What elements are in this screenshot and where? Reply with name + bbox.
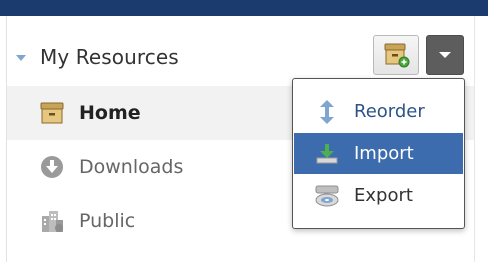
menu-item-label: Reorder [354,101,425,122]
menu-item-label: Import [354,143,414,164]
resources-menu-toggle[interactable] [426,35,464,75]
buildings-icon [37,206,67,236]
archive-box-plus-icon [384,43,410,68]
chevron-down-icon [439,52,451,58]
menu-item-import[interactable]: Import [294,133,463,174]
import-tray-icon [314,141,340,167]
panel-divider [474,16,475,262]
nav-item-label: Downloads [79,156,184,178]
top-bar [0,0,488,16]
menu-item-label: Export [354,185,413,206]
archive-box-icon [37,98,67,128]
vertical-arrows-icon [314,99,340,125]
menu-item-reorder[interactable]: Reorder [294,91,463,132]
section-title: My Resources [40,45,179,69]
collapse-caret-icon[interactable] [16,55,26,61]
new-resource-button[interactable] [373,35,419,75]
nav-item-label: Public [79,210,136,232]
resources-dropdown-menu: Reorder Import Export [292,78,465,229]
disc-drive-icon [314,183,340,209]
nav-item-label: Home [79,102,141,124]
resources-header[interactable]: My Resources [16,40,179,74]
menu-item-export[interactable]: Export [294,175,463,216]
download-circle-icon [37,152,67,182]
